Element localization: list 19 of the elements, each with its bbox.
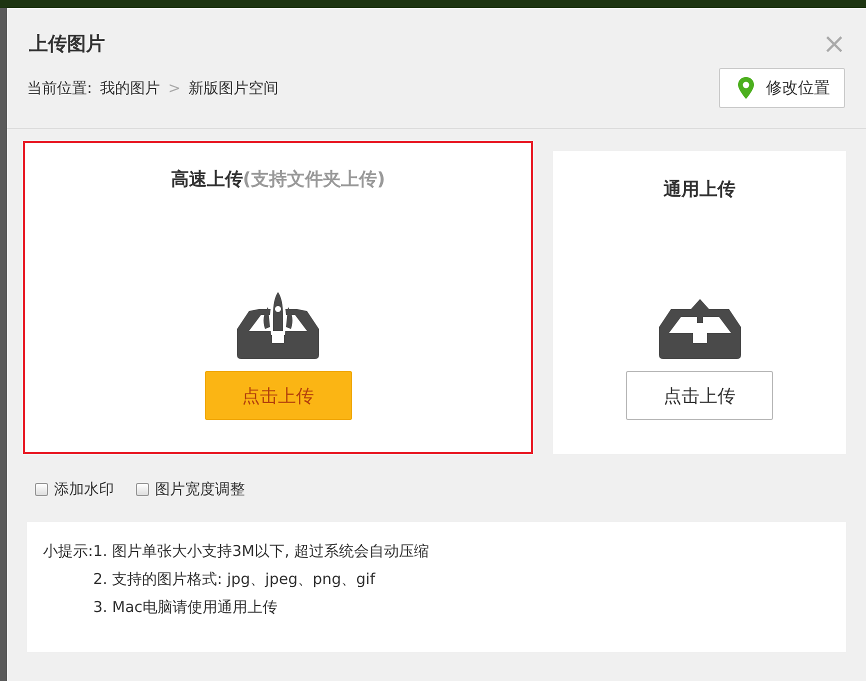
tip-text: 2. 支持的图片格式: jpg、jpeg、png、gif	[93, 569, 376, 590]
breadcrumb-item[interactable]: 我的图片	[100, 78, 160, 98]
breadcrumb-separator: >	[168, 79, 181, 97]
tip-text: 1. 图片单张大小支持3M以下, 超过系统会自动压缩	[93, 541, 430, 562]
checkbox[interactable]	[35, 483, 48, 496]
breadcrumb-item[interactable]: 新版图片空间	[188, 78, 279, 98]
location-pin-icon	[738, 77, 754, 99]
option-title: 高速上传(支持文件夹上传)	[170, 168, 386, 191]
tips-label: 小提示:	[43, 541, 94, 562]
location-label: 当前位置:	[27, 78, 92, 98]
change-location-button[interactable]: 修改位置	[719, 68, 845, 108]
checkbox[interactable]	[136, 483, 149, 496]
checkbox-option[interactable]: 图片宽度调整	[136, 480, 245, 499]
tip-text: 3. Mac电脑请使用通用上传	[93, 597, 279, 618]
dialog-title: 上传图片	[29, 32, 105, 57]
checkbox-option[interactable]: 添加水印	[35, 480, 114, 499]
upload-button[interactable]: 点击上传	[626, 371, 773, 420]
upload-tray-icon	[656, 299, 742, 359]
option-title: 通用上传	[664, 178, 736, 201]
